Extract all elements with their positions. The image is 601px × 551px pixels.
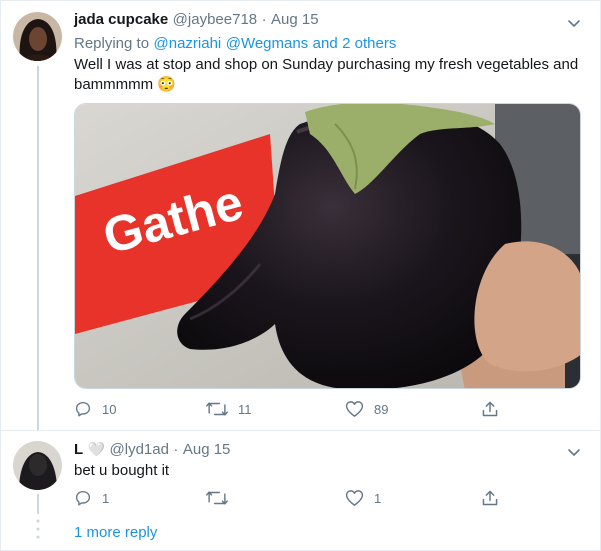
like-count: 1 xyxy=(374,490,382,506)
like-button[interactable]: 89 xyxy=(345,400,388,418)
white-heart-icon: 🤍 xyxy=(87,441,106,457)
retweet-button[interactable]: 11 xyxy=(206,400,252,418)
more-replies-dots xyxy=(36,519,40,539)
chevron-down-icon[interactable] xyxy=(565,443,583,461)
thread-line xyxy=(37,494,39,514)
retweet-icon xyxy=(206,491,228,505)
thread-line xyxy=(37,66,39,430)
heart-icon xyxy=(345,401,364,417)
author-name[interactable]: jada cupcake xyxy=(74,11,168,28)
author-handle[interactable]: @jaybee718 xyxy=(173,11,257,28)
replying-to-line: Replying to @nazriahi @Wegmans and 2 oth… xyxy=(74,35,396,53)
like-count: 89 xyxy=(374,401,389,417)
avatar[interactable] xyxy=(13,12,62,61)
author-handle[interactable]: @lyd1ad xyxy=(110,441,169,458)
eggplant-photo: Gathe xyxy=(75,104,580,388)
mention-link[interactable]: @Wegmans xyxy=(226,35,308,52)
author-name[interactable]: L xyxy=(74,441,83,458)
share-button[interactable] xyxy=(481,489,499,507)
reply-button[interactable]: 10 xyxy=(74,400,116,418)
share-icon xyxy=(482,490,498,506)
retweet-count: 11 xyxy=(238,401,252,417)
replying-and: and xyxy=(312,35,338,52)
like-button[interactable]: 1 xyxy=(345,489,381,507)
separator: · xyxy=(173,441,179,458)
share-button[interactable] xyxy=(481,400,499,418)
reply-icon xyxy=(75,490,91,506)
replying-others-link[interactable]: 2 others xyxy=(342,35,396,52)
tweet-divider xyxy=(0,430,599,431)
tweet-photo[interactable]: Gathe xyxy=(74,103,581,389)
chevron-down-icon[interactable] xyxy=(565,14,583,32)
tweet-header: L 🤍 @lyd1ad · Aug 15 xyxy=(74,441,230,459)
tweet-text: bet u bought it xyxy=(74,462,170,479)
separator: · xyxy=(261,11,267,28)
avatar[interactable] xyxy=(13,441,62,490)
tweet-header: jada cupcake @jaybee718 · Aug 15 xyxy=(74,11,319,29)
tweet-date[interactable]: Aug 15 xyxy=(271,11,319,28)
mention-link[interactable]: @nazriahi xyxy=(154,35,222,52)
tweet-date[interactable]: Aug 15 xyxy=(183,441,231,458)
share-icon xyxy=(482,401,498,417)
tweet-actions: 10 11 89 xyxy=(74,400,514,420)
reply-count: 10 xyxy=(102,401,117,417)
tweet-actions: 1 1 xyxy=(74,489,514,509)
heart-icon xyxy=(345,490,364,506)
more-replies-link[interactable]: 1 more reply xyxy=(74,524,157,541)
replying-label: Replying to xyxy=(74,35,150,52)
retweet-icon xyxy=(206,402,228,416)
reply-count: 1 xyxy=(102,490,110,506)
retweet-button[interactable] xyxy=(206,489,238,507)
reply-button[interactable]: 1 xyxy=(74,489,109,507)
tweet-text: Well I was at stop and shop on Sunday pu… xyxy=(74,56,579,93)
reply-icon xyxy=(75,401,91,417)
